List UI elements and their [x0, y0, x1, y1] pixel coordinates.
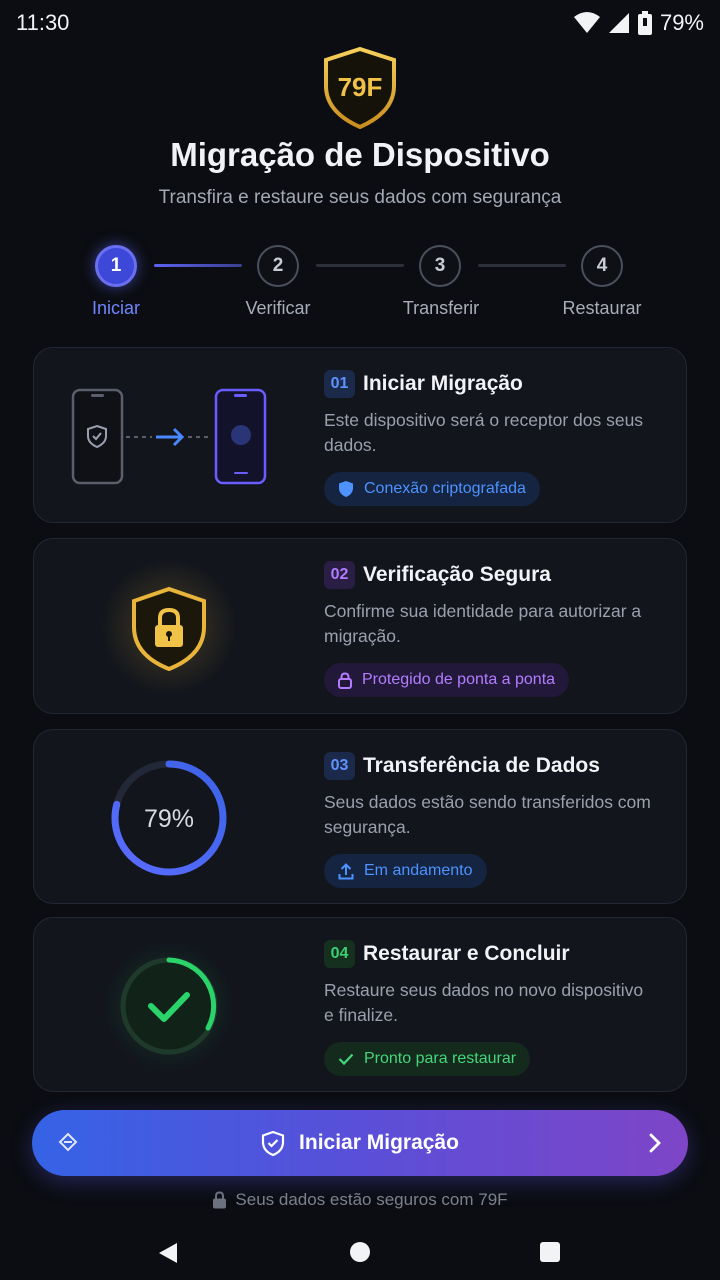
status-pill-label: Conexão criptografada	[364, 480, 526, 497]
step-card-restore[interactable]: 04 Restaurar e Concluir Restaure seus dad…	[33, 917, 687, 1092]
secure-lock-illustration	[34, 539, 304, 713]
status-pill-label: Protegido de ponta a ponta	[362, 671, 556, 688]
lock-icon	[213, 1191, 227, 1209]
battery-icon	[637, 11, 652, 35]
upload-icon	[338, 862, 354, 879]
step-number-badge: 02	[324, 561, 355, 589]
step-2-indicator[interactable]: 2	[257, 245, 299, 287]
step-2-label: Verificar	[245, 298, 311, 318]
progress-percent: 79%	[144, 805, 194, 833]
start-migration-button[interactable]: Iniciar Migração	[32, 1110, 688, 1176]
step-4-label: Restaurar	[562, 298, 642, 318]
step-card-start[interactable]: 01 Iniciar Migração Este dispositivo será…	[33, 347, 687, 523]
step-1-label: Iniciar	[91, 298, 140, 318]
progress-stepper: 1 2 3 4 Iniciar Verificar Transferir Res…	[0, 240, 720, 330]
device-transfer-illustration	[34, 348, 304, 522]
wifi-icon	[573, 12, 600, 33]
card-title: Restaurar e Concluir	[363, 942, 570, 965]
card-description: Restaure seus dados no novo dispositivo …	[324, 980, 644, 1025]
step-3-indicator[interactable]: 3	[419, 245, 461, 287]
home-icon[interactable]	[349, 1241, 371, 1263]
status-time: 11:30	[16, 10, 70, 35]
status-icons: 79%	[573, 10, 704, 36]
stepper-connector	[316, 264, 404, 267]
restore-complete-illustration	[34, 918, 304, 1091]
step-number-badge: 03	[324, 752, 355, 780]
back-icon[interactable]	[158, 1242, 178, 1264]
card-description: Seus dados estão sendo transferidos com …	[324, 792, 651, 837]
cta-label: Iniciar Migração	[299, 1131, 459, 1154]
recents-icon[interactable]	[540, 1242, 560, 1262]
card-description: Confirme sua identidade para autorizar a…	[324, 601, 642, 646]
status-bar: 11:30 79%	[0, 0, 720, 46]
link-icon	[58, 1132, 78, 1152]
footer-note-text: Seus dados estão seguros com 79F	[235, 1190, 508, 1209]
security-footer-note: Seus dados estão seguros com 79F	[0, 1190, 720, 1210]
page-title: Migração de Dispositivo	[170, 136, 550, 173]
status-pill: Conexão criptografada	[324, 472, 540, 506]
step-card-verify[interactable]: 02 Verificação Segura Confirme sua identi…	[33, 538, 687, 714]
shield-check-icon	[261, 1130, 285, 1156]
system-navigation-bar	[0, 1230, 720, 1274]
checkmark-icon	[338, 1053, 354, 1066]
page-subtitle: Transfira e restaure seus dados com segu…	[158, 187, 562, 208]
card-description: Este dispositivo será o receptor dos seu…	[324, 410, 644, 455]
status-pill-label: Em andamento	[364, 862, 473, 879]
status-pill: Protegido de ponta a ponta	[324, 663, 570, 697]
step-1-indicator[interactable]: 1	[95, 245, 137, 287]
status-pill-label: Pronto para restaurar	[364, 1050, 517, 1067]
battery-percent: 79%	[659, 10, 704, 35]
step-3-label: Transferir	[402, 298, 480, 318]
cellular-signal-icon	[608, 13, 629, 33]
stepper-connector	[154, 264, 242, 267]
step-number-badge: 01	[324, 370, 355, 398]
brand-logo: 79F	[322, 46, 398, 130]
transfer-progress-ring: 79%	[34, 730, 304, 903]
shield-icon	[339, 481, 353, 497]
lock-icon	[338, 671, 352, 689]
chevron-right-icon	[649, 1133, 661, 1153]
step-4-indicator[interactable]: 4	[581, 245, 623, 287]
step-card-transfer[interactable]: 79% 03 Transferência de Dados Seus dados …	[33, 729, 687, 904]
step-number-badge: 04	[324, 940, 355, 968]
card-title: Verificação Segura	[363, 563, 551, 586]
status-pill: Pronto para restaurar	[324, 1042, 531, 1076]
logo-text: 79F	[338, 72, 383, 102]
status-pill: Em andamento	[324, 854, 487, 888]
card-title: Transferência de Dados	[363, 754, 600, 777]
card-title: Iniciar Migração	[363, 372, 523, 395]
stepper-connector	[478, 264, 566, 267]
